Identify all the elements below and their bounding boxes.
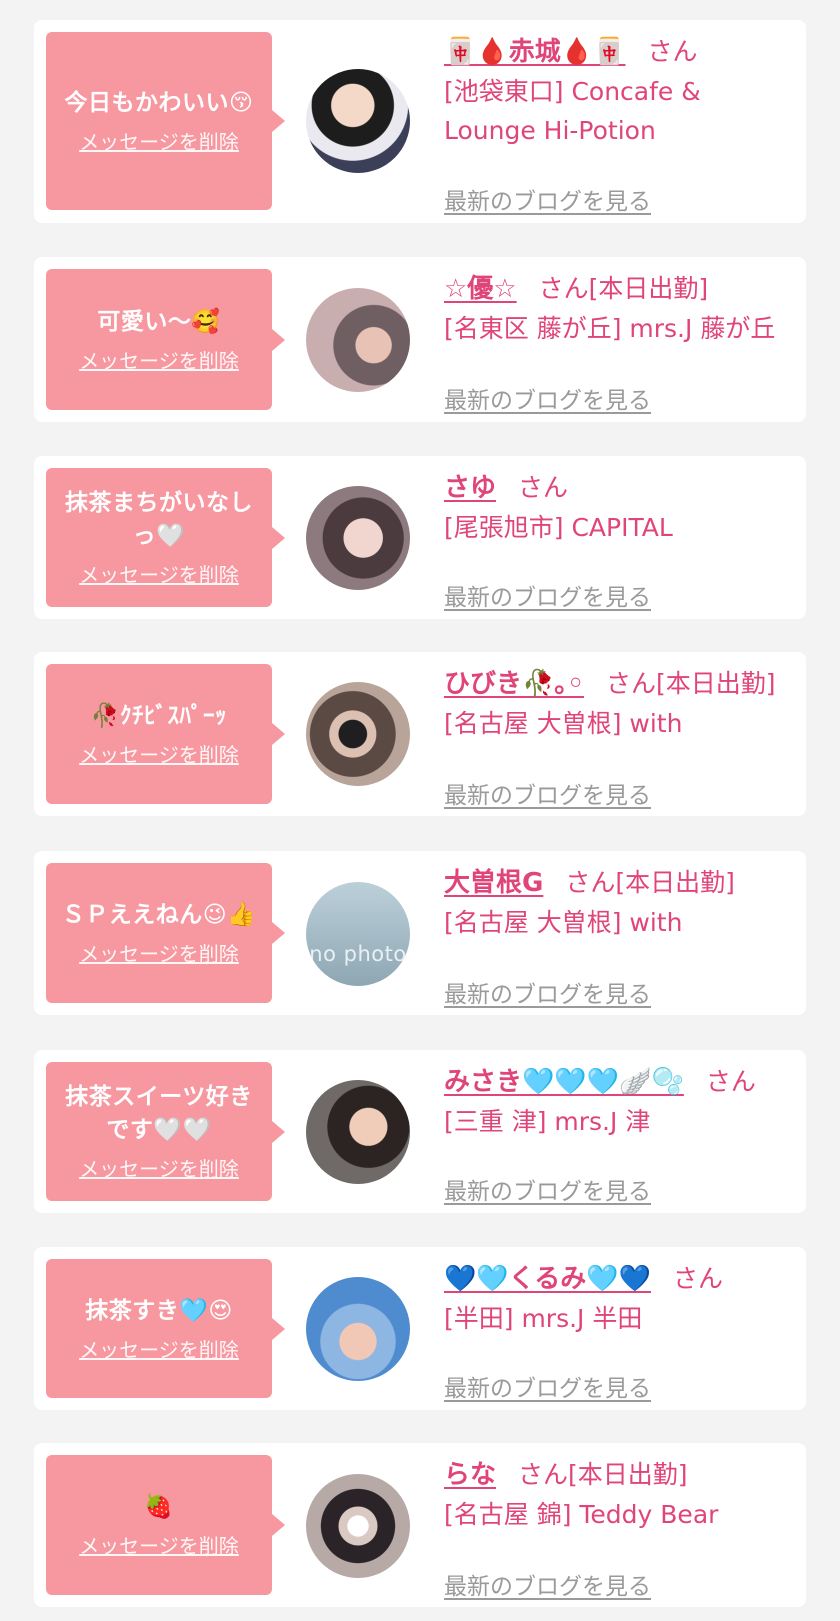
latest-blog-link[interactable]: 最新のブログを見る (444, 182, 651, 216)
latest-blog-link[interactable]: 最新のブログを見る (444, 975, 651, 1009)
shop-name: [名古屋 大曽根] with (444, 709, 683, 738)
latest-blog-link[interactable]: 最新のブログを見る (444, 1369, 651, 1403)
message-card: 🍓 メッセージを削除 らな さん[本日出勤] [名古屋 錦] Teddy Bear… (34, 1443, 806, 1607)
attendance-status: [本日出勤] (615, 868, 735, 897)
avatar[interactable] (306, 1474, 410, 1578)
cast-info: ひびき🥀｡◦ さん[本日出勤] [名古屋 大曽根] with 最新のブログを見る (444, 664, 796, 809)
cast-info: 🀄️🩸赤城🩸🀄️ さん [池袋東口] Concafe & Lounge Hi-Po… (444, 32, 796, 215)
cast-name-link[interactable]: みさき🩵🩵🩵🪽🫧 (444, 1067, 684, 1097)
delete-message-link[interactable]: メッセージを削除 (79, 1530, 239, 1559)
honorific: さん (518, 1460, 569, 1489)
message-text: 🥀ｸﾁﾋﾞｽﾊﾟｰｯ (90, 703, 228, 729)
shop-name: [尾張旭市] CAPITAL (444, 513, 673, 542)
avatar[interactable] (306, 1080, 410, 1184)
avatar[interactable] (306, 1277, 410, 1381)
attendance-status: [本日出勤] (656, 669, 776, 698)
avatar[interactable] (306, 288, 410, 392)
message-bubble: 抹茶まちがいなしっ🤍 メッセージを削除 (46, 468, 285, 607)
delete-message-link[interactable]: メッセージを削除 (79, 938, 239, 967)
message-list: 今日もかわいい😚 メッセージを削除 🀄️🩸赤城🩸🀄️ さん [池袋東口] Conc… (0, 0, 840, 1621)
cast-info: らな さん[本日出勤] [名古屋 錦] Teddy Bear 最新のブログを見る (444, 1455, 796, 1600)
message-card: 今日もかわいい😚 メッセージを削除 🀄️🩸赤城🩸🀄️ さん [池袋東口] Conc… (34, 20, 806, 223)
attendance-status: [本日出勤] (568, 1460, 688, 1489)
message-text: ＳＰええねん😉👍 (61, 902, 257, 928)
message-card: 🥀ｸﾁﾋﾞｽﾊﾟｰｯ メッセージを削除 ひびき🥀｡◦ さん[本日出勤] [名古屋 … (34, 652, 806, 816)
latest-blog-link[interactable]: 最新のブログを見る (444, 1567, 651, 1601)
message-bubble: 🥀ｸﾁﾋﾞｽﾊﾟｰｯ メッセージを削除 (46, 664, 285, 804)
message-bubble: ＳＰええねん😉👍 メッセージを削除 (46, 863, 285, 1003)
message-text: 抹茶まちがいなしっ🤍 (65, 490, 253, 549)
delete-message-link[interactable]: メッセージを削除 (79, 1153, 239, 1182)
delete-message-link[interactable]: メッセージを削除 (79, 1334, 239, 1363)
honorific: さん (538, 274, 589, 303)
delete-message-link[interactable]: メッセージを削除 (79, 559, 239, 588)
message-card: 抹茶まちがいなしっ🤍 メッセージを削除 さゆ さん [尾張旭市] CAPITAL … (34, 456, 806, 619)
shop-name: [半田] mrs.J 半田 (444, 1304, 643, 1333)
cast-name-link[interactable]: ひびき🥀｡◦ (444, 669, 584, 699)
message-text: 可愛い〜🥰 (97, 308, 221, 335)
message-bubble: 今日もかわいい😚 メッセージを削除 (46, 32, 285, 210)
message-text: 🍓 (144, 1494, 174, 1520)
avatar[interactable] (306, 486, 410, 590)
latest-blog-link[interactable]: 最新のブログを見る (444, 1172, 651, 1206)
shop-name: [名古屋 大曽根] with (444, 908, 683, 937)
message-bubble: 可愛い〜🥰 メッセージを削除 (46, 269, 285, 410)
latest-blog-link[interactable]: 最新のブログを見る (444, 381, 651, 415)
cast-info: 💙🩵くるみ🩵💙 さん [半田] mrs.J 半田 最新のブログを見る (444, 1259, 796, 1402)
message-card: 可愛い〜🥰 メッセージを削除 ☆優☆ さん[本日出勤] [名東区 藤が丘] mrs… (34, 257, 806, 422)
cast-info: ☆優☆ さん[本日出勤] [名東区 藤が丘] mrs.J 藤が丘 最新のブログを見… (444, 269, 796, 414)
message-text: 抹茶すき🩵😍 (85, 1297, 233, 1324)
cast-info: みさき🩵🩵🩵🪽🫧 さん [三重 津] mrs.J 津 最新のブログを見る (444, 1062, 796, 1205)
cast-name-link[interactable]: ☆優☆ (444, 274, 517, 304)
message-card: 抹茶スイーツ好きです🤍🤍 メッセージを削除 みさき🩵🩵🩵🪽🫧 さん [三重 津] … (34, 1050, 806, 1213)
message-card: ＳＰええねん😉👍 メッセージを削除 no photo 大曽根G さん[本日出勤] … (34, 851, 806, 1015)
honorific: さん (672, 1264, 723, 1293)
message-bubble: 抹茶スイーツ好きです🤍🤍 メッセージを削除 (46, 1062, 285, 1201)
shop-name: [池袋東口] Concafe & Lounge Hi-Potion (444, 77, 701, 145)
cast-info: 大曽根G さん[本日出勤] [名古屋 大曽根] with 最新のブログを見る (444, 863, 796, 1008)
cast-name-link[interactable]: らな (444, 1460, 496, 1490)
avatar[interactable]: no photo (306, 882, 410, 986)
attendance-status: [本日出勤] (588, 274, 709, 303)
delete-message-link[interactable]: メッセージを削除 (79, 345, 239, 374)
honorific: さん (606, 669, 657, 698)
cast-name-link[interactable]: 大曽根G (444, 868, 543, 898)
honorific: さん (705, 1067, 756, 1096)
honorific: さん (647, 37, 698, 66)
shop-name: [名東区 藤が丘] mrs.J 藤が丘 (444, 314, 776, 343)
delete-message-link[interactable]: メッセージを削除 (79, 739, 239, 768)
cast-name-link[interactable]: 💙🩵くるみ🩵💙 (444, 1264, 651, 1294)
cast-info: さゆ さん [尾張旭市] CAPITAL 最新のブログを見る (444, 468, 796, 611)
latest-blog-link[interactable]: 最新のブログを見る (444, 578, 651, 612)
cast-name-link[interactable]: さゆ (444, 473, 496, 503)
avatar[interactable] (306, 69, 410, 173)
cast-name-link[interactable]: 🀄️🩸赤城🩸🀄️ (444, 37, 626, 67)
honorific: さん (565, 868, 616, 897)
honorific: さん (518, 473, 569, 502)
message-card: 抹茶すき🩵😍 メッセージを削除 💙🩵くるみ🩵💙 さん [半田] mrs.J 半田 … (34, 1247, 806, 1410)
delete-message-link[interactable]: メッセージを削除 (79, 126, 239, 155)
avatar[interactable] (306, 682, 410, 786)
shop-name: [三重 津] mrs.J 津 (444, 1107, 651, 1136)
latest-blog-link[interactable]: 最新のブログを見る (444, 776, 651, 810)
message-text: 抹茶スイーツ好きです🤍🤍 (65, 1084, 253, 1143)
no-photo-label: no photo (309, 942, 407, 966)
message-bubble: 🍓 メッセージを削除 (46, 1455, 285, 1595)
message-text: 今日もかわいい😚 (64, 90, 254, 116)
message-bubble: 抹茶すき🩵😍 メッセージを削除 (46, 1259, 285, 1398)
shop-name: [名古屋 錦] Teddy Bear (444, 1500, 719, 1529)
